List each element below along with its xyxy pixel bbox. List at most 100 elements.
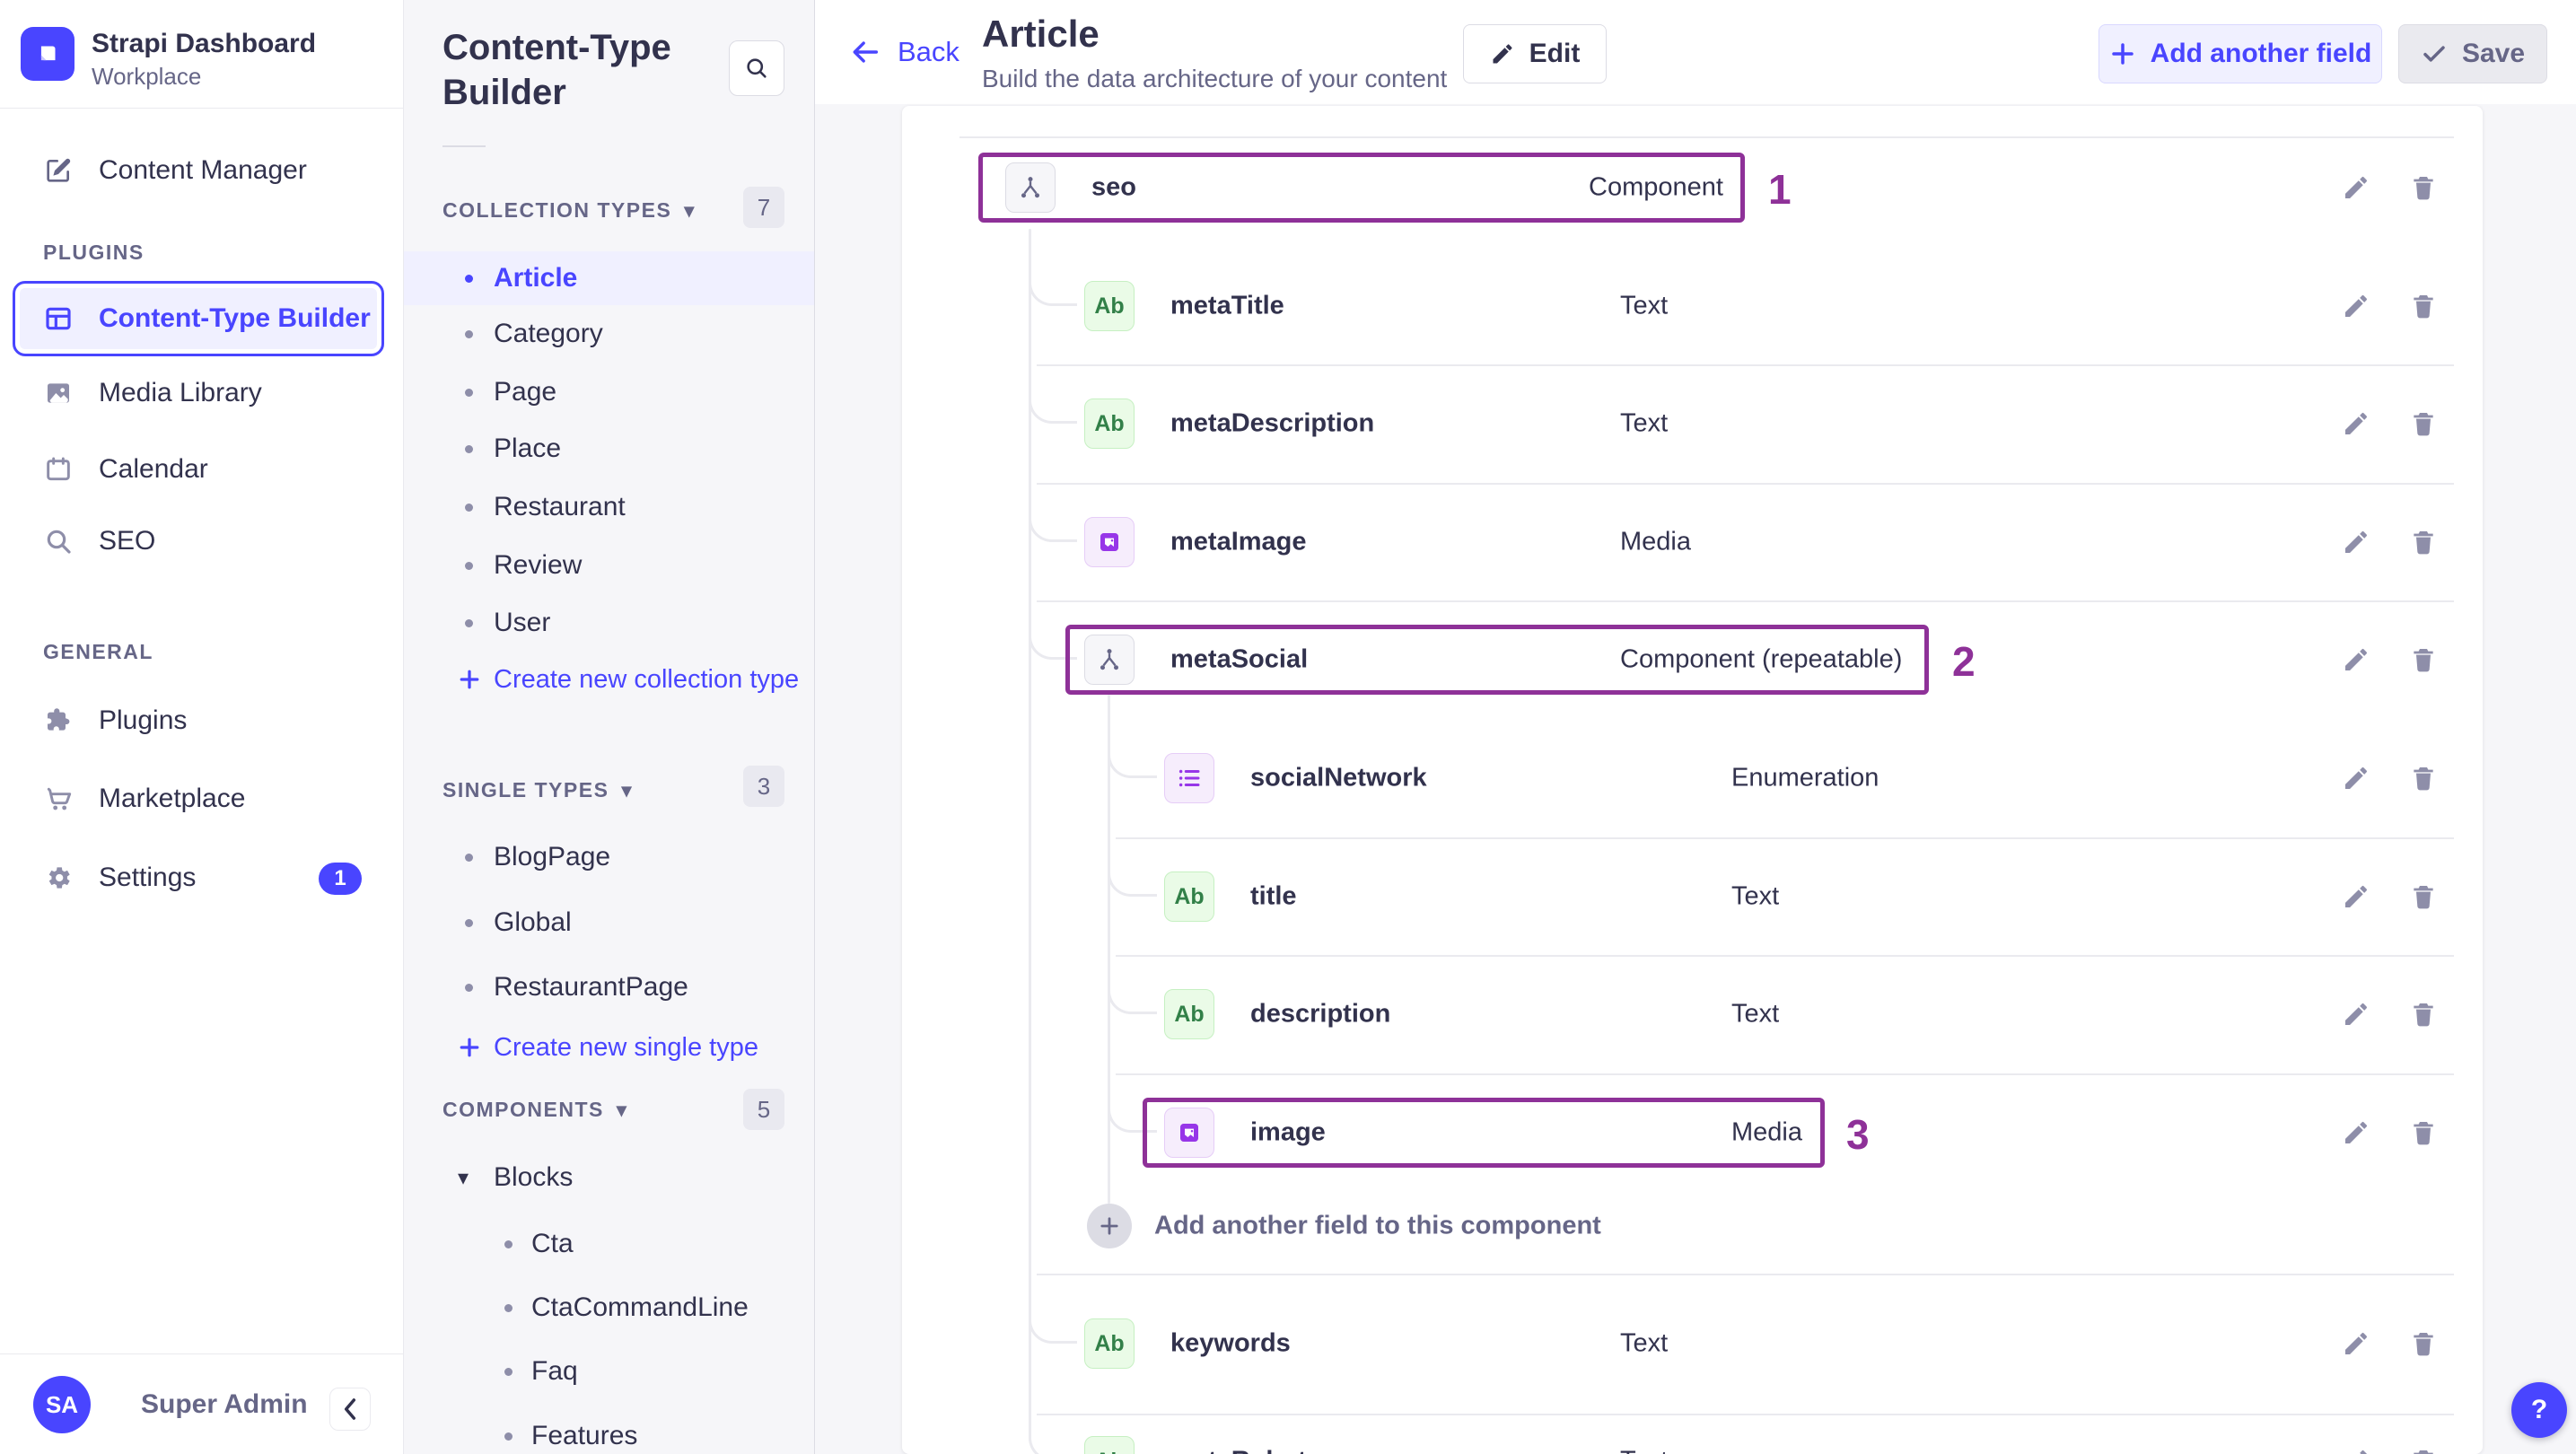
edit-field-button[interactable] [2338,170,2374,206]
field-name: seo [1091,172,1136,202]
sidebar-item-content-type-builder[interactable]: Content-Type Builder [13,281,384,356]
sidebar-item-faq[interactable]: Faq [404,1345,814,1398]
sidebar-item-features[interactable]: Features [404,1409,814,1454]
collection-types-header[interactable]: COLLECTION TYPES ▾ [442,198,696,223]
add-component-field-button[interactable] [1087,1204,1132,1248]
single-types-count: 3 [743,766,784,807]
sidebar-item-restaurantpage[interactable]: RestaurantPage [404,960,814,1014]
sidebar-item-plugins[interactable]: Plugins [0,693,403,749]
strapi-logo-icon[interactable] [21,27,74,81]
save-button[interactable]: Save [2398,24,2547,83]
edit-field-button[interactable] [2338,1326,2374,1362]
edit-field-button[interactable] [2338,642,2374,678]
field-name: metaRobots [1170,1447,1321,1454]
add-component-field-label[interactable]: Add another field to this component [1154,1212,1601,1241]
row-divider [1116,1073,2454,1075]
edit-field-button[interactable] [2338,760,2374,796]
back-link[interactable]: Back [849,36,959,68]
delete-field-button[interactable] [2405,170,2441,206]
search-button[interactable] [729,40,784,96]
divider [0,108,403,109]
magnifier-icon [43,526,74,556]
sidebar-item-user[interactable]: User [404,596,814,650]
sidebar-collapse-button[interactable] [329,1388,371,1431]
edit-field-button[interactable] [2338,406,2374,442]
field-type: Media [1731,1117,1802,1147]
chevron-down-icon: ▾ [684,198,696,222]
bullet-icon [504,1303,513,1312]
text-icon: Ab [1084,1318,1135,1369]
bullet-icon [465,329,473,338]
single-types-header[interactable]: SINGLE TYPES ▾ [442,778,633,802]
picture-icon [43,378,74,408]
create-collection-type-link[interactable]: Create new collection type [404,654,814,705]
edit-field-button[interactable] [2338,1115,2374,1151]
edit-field-button[interactable] [2338,996,2374,1032]
field-row-metaimage: metaImage Media [902,507,2483,577]
sidebar-item-blogpage[interactable]: BlogPage [404,830,814,884]
sidebar-item-marketplace[interactable]: Marketplace [0,771,403,827]
field-row-metarobots: Ab metaRobots Text [902,1426,2483,1454]
sidebar-item-article[interactable]: Article [404,251,814,305]
create-single-type-link[interactable]: Create new single type [404,1022,814,1073]
help-button[interactable]: ? [2511,1382,2567,1438]
field-row-seo: seo Component [902,153,2483,223]
text-icon: Ab [1164,989,1214,1039]
delete-field-button[interactable] [2405,642,2441,678]
enumeration-icon [1164,753,1214,803]
row-divider [1116,837,2454,839]
delete-field-button[interactable] [2405,760,2441,796]
edit-field-button[interactable] [2338,879,2374,915]
calendar-icon [43,454,74,485]
sidebar-item-media-library[interactable]: Media Library [0,365,403,421]
section-header-general: GENERAL [43,640,153,663]
main-sidebar: Strapi Dashboard Workplace Content Manag… [0,0,404,1454]
delete-field-button[interactable] [2405,1115,2441,1151]
sidebar-item-global[interactable]: Global [404,896,814,950]
plus-icon [2111,43,2134,65]
arrow-left-icon [853,41,879,63]
sidebar-item-calendar[interactable]: Calendar [0,442,403,497]
edit-field-button[interactable] [2338,288,2374,324]
sidebar-item-ctacommandline[interactable]: CtaCommandLine [404,1281,814,1335]
bullet-icon [465,388,473,397]
delete-field-button[interactable] [2405,879,2441,915]
field-type: Component [1589,172,1723,202]
edit-field-button[interactable] [2338,1443,2374,1454]
delete-field-button[interactable] [2405,288,2441,324]
sidebar-item-cta[interactable]: Cta [404,1217,814,1271]
bullet-icon [465,618,473,627]
search-icon [747,58,767,78]
field-type: Text [1620,291,1669,320]
components-header[interactable]: COMPONENTS ▾ [442,1098,627,1122]
delete-field-button[interactable] [2405,996,2441,1032]
bullet-icon [465,274,473,283]
field-name: title [1250,881,1297,911]
chevron-down-icon: ▾ [621,778,633,801]
component-group-blocks[interactable]: ▾ Blocks [404,1151,814,1204]
sidebar-item-review[interactable]: Review [404,539,814,592]
sidebar-item-content-manager[interactable]: Content Manager [0,143,403,198]
sidebar-item-category[interactable]: Category [404,307,814,361]
sidebar-item-place[interactable]: Place [404,422,814,476]
page-subtitle: Build the data architecture of your cont… [982,65,1448,92]
delete-field-button[interactable] [2405,1443,2441,1454]
sidebar-item-page[interactable]: Page [404,365,814,419]
components-count: 5 [743,1089,784,1130]
delete-field-button[interactable] [2405,524,2441,560]
layout-icon [43,303,74,334]
bullet-icon [465,853,473,862]
delete-field-button[interactable] [2405,406,2441,442]
add-another-field-button[interactable]: Add another field [2098,24,2382,83]
edit-field-button[interactable] [2338,524,2374,560]
bullet-icon [465,503,473,512]
field-name: description [1250,999,1391,1029]
sidebar-item-seo[interactable]: SEO [0,513,403,569]
avatar[interactable]: SA [33,1376,91,1433]
sidebar-item-restaurant[interactable]: Restaurant [404,480,814,534]
edit-button[interactable]: Edit [1463,24,1607,83]
strapi-dashboard: Strapi Dashboard Workplace Content Manag… [0,0,2576,1454]
media-icon [1164,1108,1214,1158]
delete-field-button[interactable] [2405,1326,2441,1362]
text-icon: Ab [1164,872,1214,922]
